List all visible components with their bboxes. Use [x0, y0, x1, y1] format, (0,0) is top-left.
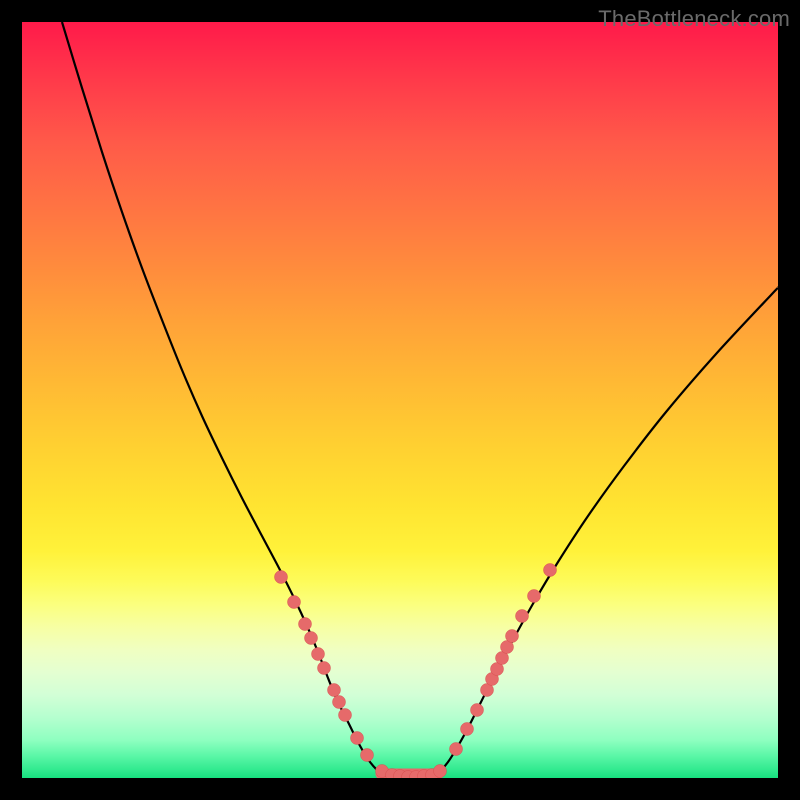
curve-dots — [275, 564, 557, 779]
curve-path — [62, 22, 778, 777]
curve-dot — [351, 732, 364, 745]
curve-dot — [339, 709, 352, 722]
bottleneck-curve — [22, 22, 778, 778]
curve-dot — [434, 765, 447, 778]
watermark-text: TheBottleneck.com — [598, 6, 790, 32]
curve-dot — [361, 749, 374, 762]
curve-dot — [544, 564, 557, 577]
curve-dot — [516, 610, 529, 623]
curve-dot — [275, 571, 288, 584]
curve-dot — [333, 696, 346, 709]
curve-dot — [461, 723, 474, 736]
chart-frame: TheBottleneck.com — [0, 0, 800, 800]
curve-dot — [528, 590, 541, 603]
curve-dot — [288, 596, 301, 609]
curve-dot — [305, 632, 318, 645]
curve-dot — [318, 662, 331, 675]
curve-dot — [506, 630, 519, 643]
curve-dot — [328, 684, 341, 697]
curve-dot — [299, 618, 312, 631]
curve-dot — [312, 648, 325, 661]
plot-area — [22, 22, 778, 778]
curve-dot — [450, 743, 463, 756]
curve-dot — [471, 704, 484, 717]
